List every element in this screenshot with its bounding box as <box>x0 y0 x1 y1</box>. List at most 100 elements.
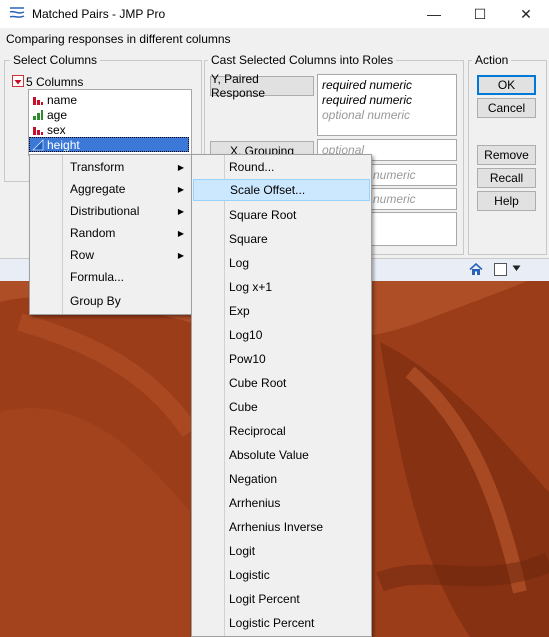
cancel-button[interactable]: Cancel <box>477 98 536 118</box>
menu-item-label: Reciprocal <box>229 424 286 438</box>
submenu-arrow-icon: ▶ <box>177 250 184 260</box>
menu-item-label: Square <box>229 232 268 246</box>
title-bar: Matched Pairs - JMP Pro — ☐ ✕ <box>0 0 549 28</box>
menu-item-log[interactable]: Log <box>192 252 371 274</box>
column-label: name <box>47 92 78 107</box>
menu-item-label: Logit Percent <box>229 592 300 606</box>
nominal-column-icon <box>33 96 43 105</box>
menu-item-absolute-value[interactable]: Absolute Value <box>192 444 371 466</box>
column-list[interactable]: name age sex height <box>28 89 192 156</box>
submenu-arrow-icon: ▶ <box>177 162 184 172</box>
remove-button[interactable]: Remove <box>477 145 536 165</box>
menu-item-cube[interactable]: Cube <box>192 396 371 418</box>
jmp-app-icon <box>9 7 25 18</box>
menu-item-label: Log <box>229 256 250 270</box>
menu-item-square[interactable]: Square <box>192 228 371 250</box>
disclosure-toggle[interactable] <box>12 75 24 87</box>
menu-item-log-x-plus-1[interactable]: Log x+1 <box>192 276 371 298</box>
menu-item-logit-percent[interactable]: Logit Percent <box>192 588 371 610</box>
menu-item-transform[interactable]: Transform ▶ <box>30 156 192 178</box>
menu-item-label: Row <box>70 248 95 262</box>
menu-item-label: Transform <box>70 160 125 174</box>
chevron-down-icon[interactable] <box>512 265 521 272</box>
menu-item-arrhenius-inverse[interactable]: Arrhenius Inverse <box>192 516 371 538</box>
column-label: sex <box>47 122 66 137</box>
recall-button[interactable]: Recall <box>477 168 536 188</box>
column-count-label: 5 Columns <box>26 75 84 89</box>
column-item-sex[interactable]: sex <box>29 122 189 137</box>
role-3-line: numeric <box>373 168 416 182</box>
y-role-line-2: required numeric <box>322 93 413 107</box>
menu-item-label: Cube Root <box>229 376 287 390</box>
menu-item-square-root[interactable]: Square Root <box>192 204 371 226</box>
menu-item-label: Logit <box>229 544 256 558</box>
column-item-name[interactable]: name <box>29 92 189 107</box>
minimize-button[interactable]: — <box>411 0 457 28</box>
ordinal-column-icon <box>33 109 43 120</box>
window-title: Matched Pairs - JMP Pro <box>32 7 166 21</box>
menu-item-logistic-percent[interactable]: Logistic Percent <box>192 612 371 634</box>
menu-item-label: Random <box>70 226 116 240</box>
submenu-arrow-icon: ▶ <box>177 206 184 216</box>
menu-item-scale-offset[interactable]: Scale Offset... <box>193 179 370 201</box>
column-item-age[interactable]: age <box>29 107 189 122</box>
y-role-list[interactable]: required numeric required numeric option… <box>317 74 457 136</box>
menu-item-label: Aggregate <box>70 182 126 196</box>
menu-item-label: Scale Offset... <box>230 183 306 197</box>
menu-item-label: Square Root <box>229 208 297 222</box>
menu-item-formula[interactable]: Formula... <box>30 266 192 288</box>
nominal-column-icon <box>33 126 43 135</box>
ok-button[interactable]: OK <box>477 75 536 95</box>
y-role-line-1: required numeric <box>322 78 413 92</box>
menu-item-row[interactable]: Row ▶ <box>30 244 192 266</box>
menu-item-label: Arrhenius <box>229 496 281 510</box>
close-button[interactable]: ✕ <box>503 0 549 28</box>
help-button[interactable]: Help <box>477 191 536 211</box>
menu-item-label: Distributional <box>70 204 140 218</box>
role-4-line: numeric <box>373 192 416 206</box>
menu-item-random[interactable]: Random ▶ <box>30 222 192 244</box>
menu-item-label: Logistic <box>229 568 270 582</box>
menu-item-label: Log x+1 <box>229 280 273 294</box>
menu-item-logit[interactable]: Logit <box>192 540 371 562</box>
menu-item-log10[interactable]: Log10 <box>192 324 371 346</box>
menu-item-round[interactable]: Round... <box>192 156 371 178</box>
submenu-arrow-icon: ▶ <box>177 184 184 194</box>
home-icon[interactable] <box>469 263 483 276</box>
menu-item-label: Log10 <box>229 328 263 342</box>
column-item-height[interactable]: height <box>29 137 189 152</box>
menu-item-label: Group By <box>70 294 121 308</box>
menu-item-label: Cube <box>229 400 258 414</box>
menu-item-label: Exp <box>229 304 250 318</box>
maximize-button[interactable]: ☐ <box>457 0 503 28</box>
menu-item-label: Absolute Value <box>229 448 309 462</box>
menu-item-label: Arrhenius Inverse <box>229 520 324 534</box>
menu-item-cube-root[interactable]: Cube Root <box>192 372 371 394</box>
window-list-checkbox[interactable] <box>494 263 507 276</box>
action-label: Action <box>472 53 512 67</box>
continuous-column-icon <box>32 138 44 150</box>
menu-item-reciprocal[interactable]: Reciprocal <box>192 420 371 442</box>
column-label: age <box>47 107 68 122</box>
dialog-subtitle: Comparing responses in different columns <box>6 32 231 46</box>
column-context-menu: Transform ▶ Aggregate ▶ Distributional ▶ Ra… <box>29 154 193 315</box>
menu-item-label: Negation <box>229 472 278 486</box>
menu-item-aggregate[interactable]: Aggregate ▶ <box>30 178 192 200</box>
submenu-arrow-icon: ▶ <box>177 228 184 238</box>
red-triangle-icon <box>14 80 22 85</box>
menu-item-pow10[interactable]: Pow10 <box>192 348 371 370</box>
y-paired-response-button[interactable]: Y, Paired Response <box>210 72 314 100</box>
menu-item-label: Round... <box>229 160 275 174</box>
menu-item-negation[interactable]: Negation <box>192 468 371 490</box>
menu-item-group-by[interactable]: Group By <box>30 290 192 312</box>
menu-item-distributional[interactable]: Distributional ▶ <box>30 200 192 222</box>
y-role-line-3: optional numeric <box>322 108 411 122</box>
menu-item-exp[interactable]: Exp <box>192 300 371 322</box>
menu-item-label: Logistic Percent <box>229 616 315 630</box>
select-columns-label: Select Columns <box>10 53 101 67</box>
menu-item-label: Formula... <box>70 270 125 284</box>
menu-item-logistic[interactable]: Logistic <box>192 564 371 586</box>
column-label: height <box>47 137 80 152</box>
transform-submenu: Round... Scale Offset... Square Root Squ… <box>191 154 372 637</box>
menu-item-arrhenius[interactable]: Arrhenius <box>192 492 371 514</box>
